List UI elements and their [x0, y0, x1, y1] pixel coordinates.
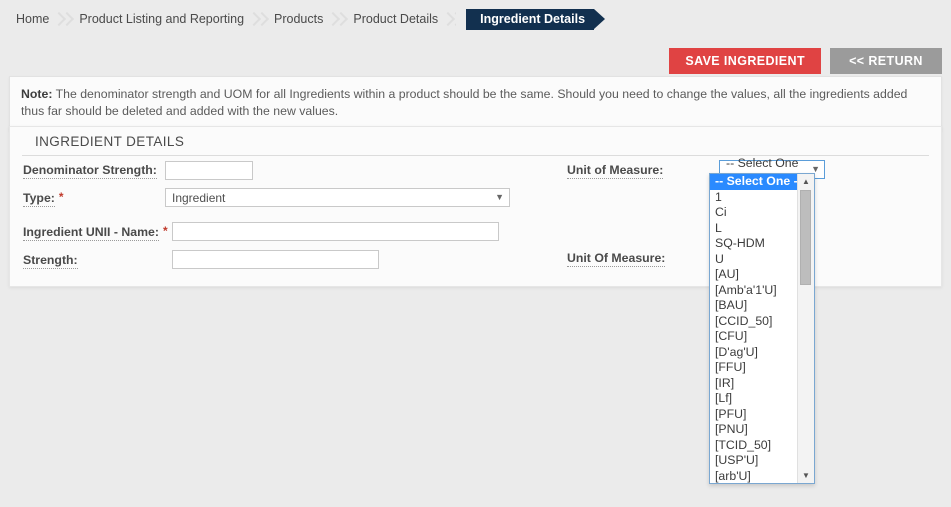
dropdown-option[interactable]: [BAU] [710, 298, 797, 314]
scrollbar-thumb[interactable] [800, 190, 811, 285]
return-button[interactable]: << RETURN [830, 48, 942, 74]
field-ingredient-unii-name: Ingredient UNII - Name: * [23, 225, 168, 241]
chevron-down-icon: ▼ [495, 192, 504, 202]
chevron-right-icon [51, 8, 77, 30]
dropdown-scrollbar[interactable]: ▲ ▼ [797, 174, 814, 483]
breadcrumb-active-label: Ingredient Details [456, 8, 605, 30]
breadcrumb-item-product-listing-and-reporting[interactable]: Product Listing and Reporting [77, 9, 246, 29]
action-button-row: SAVE INGREDIENT << RETURN [669, 48, 942, 74]
chevron-right-icon [246, 8, 272, 30]
strength-input[interactable] [172, 250, 379, 269]
dropdown-option[interactable]: [CCID_50] [710, 314, 797, 330]
dropdown-option[interactable]: [Amb'a'1'U] [710, 283, 797, 299]
dropdown-option[interactable]: L [710, 221, 797, 237]
dropdown-option[interactable]: [arb'U] [710, 469, 797, 484]
denominator-strength-input[interactable] [165, 161, 253, 180]
dropdown-option[interactable]: [PNU] [710, 422, 797, 438]
dropdown-option[interactable]: [FFU] [710, 360, 797, 376]
dropdown-option[interactable]: [USP'U] [710, 453, 797, 469]
dropdown-option[interactable]: [D'ag'U] [710, 345, 797, 361]
strength-label: Strength: [23, 253, 78, 269]
dropdown-option[interactable]: U [710, 252, 797, 268]
note-body: The denominator strength and UOM for all… [21, 87, 908, 118]
page-title: INGREDIENT DETAILS [22, 127, 929, 156]
dropdown-option[interactable]: [PFU] [710, 407, 797, 423]
dropdown-option[interactable]: [IR] [710, 376, 797, 392]
breadcrumb-item-products[interactable]: Products [272, 9, 325, 29]
unit-of-measure-dropdown[interactable]: -- Select One -- 1 Ci L SQ-HDM U [AU] [Amb'a'1'… [709, 173, 815, 484]
chevron-right-icon [325, 8, 351, 30]
breadcrumb: Home Product Listing and Reporting Produ… [0, 0, 951, 38]
denominator-strength-label: Denominator Strength: [23, 163, 157, 179]
breadcrumb-item-home[interactable]: Home [14, 9, 51, 29]
dropdown-option[interactable]: 1 [710, 190, 797, 206]
dropdown-option[interactable]: [TCID_50] [710, 438, 797, 454]
note-panel: Note: The denominator strength and UOM f… [9, 76, 942, 131]
type-required-marker: * [58, 190, 64, 204]
note-text: Note: The denominator strength and UOM f… [21, 86, 930, 120]
unit-of-measure-label: Unit of Measure: [567, 163, 664, 179]
dropdown-option[interactable]: -- Select One -- [710, 174, 797, 190]
unit-of-measure-option-list[interactable]: -- Select One -- 1 Ci L SQ-HDM U [AU] [Amb'a'1'… [710, 174, 797, 483]
field-type: Type: * [23, 191, 64, 207]
ingredient-unii-name-label: Ingredient UNII - Name: [23, 225, 159, 241]
type-select-value: Ingredient [172, 190, 226, 205]
field-strength: Strength: [23, 253, 78, 269]
note-label: Note: [21, 87, 53, 101]
breadcrumb-item-product-details[interactable]: Product Details [351, 9, 440, 29]
scroll-up-arrow-icon[interactable]: ▲ [798, 174, 814, 189]
ingredient-unii-name-input[interactable] [172, 222, 499, 241]
dropdown-option[interactable]: [AU] [710, 267, 797, 283]
field-unit-of-measure: Unit of Measure: [567, 163, 664, 179]
dropdown-option[interactable]: [CFU] [710, 329, 797, 345]
field-denominator-strength: Denominator Strength: [23, 163, 157, 179]
dropdown-option[interactable]: Ci [710, 205, 797, 221]
unit-of-measure-2-label: Unit Of Measure: [567, 251, 666, 267]
scroll-down-arrow-icon[interactable]: ▼ [798, 468, 814, 483]
dropdown-option[interactable]: [Lf] [710, 391, 797, 407]
type-select[interactable]: Ingredient ▼ [165, 188, 510, 207]
save-ingredient-button[interactable]: SAVE INGREDIENT [669, 48, 821, 74]
ingredient-unii-name-required-marker: * [162, 224, 168, 238]
type-label: Type: [23, 191, 55, 207]
dropdown-option[interactable]: SQ-HDM [710, 236, 797, 252]
breadcrumb-item-ingredient-details[interactable]: Ingredient Details [456, 8, 605, 30]
field-unit-of-measure-2: Unit Of Measure: [567, 251, 666, 267]
